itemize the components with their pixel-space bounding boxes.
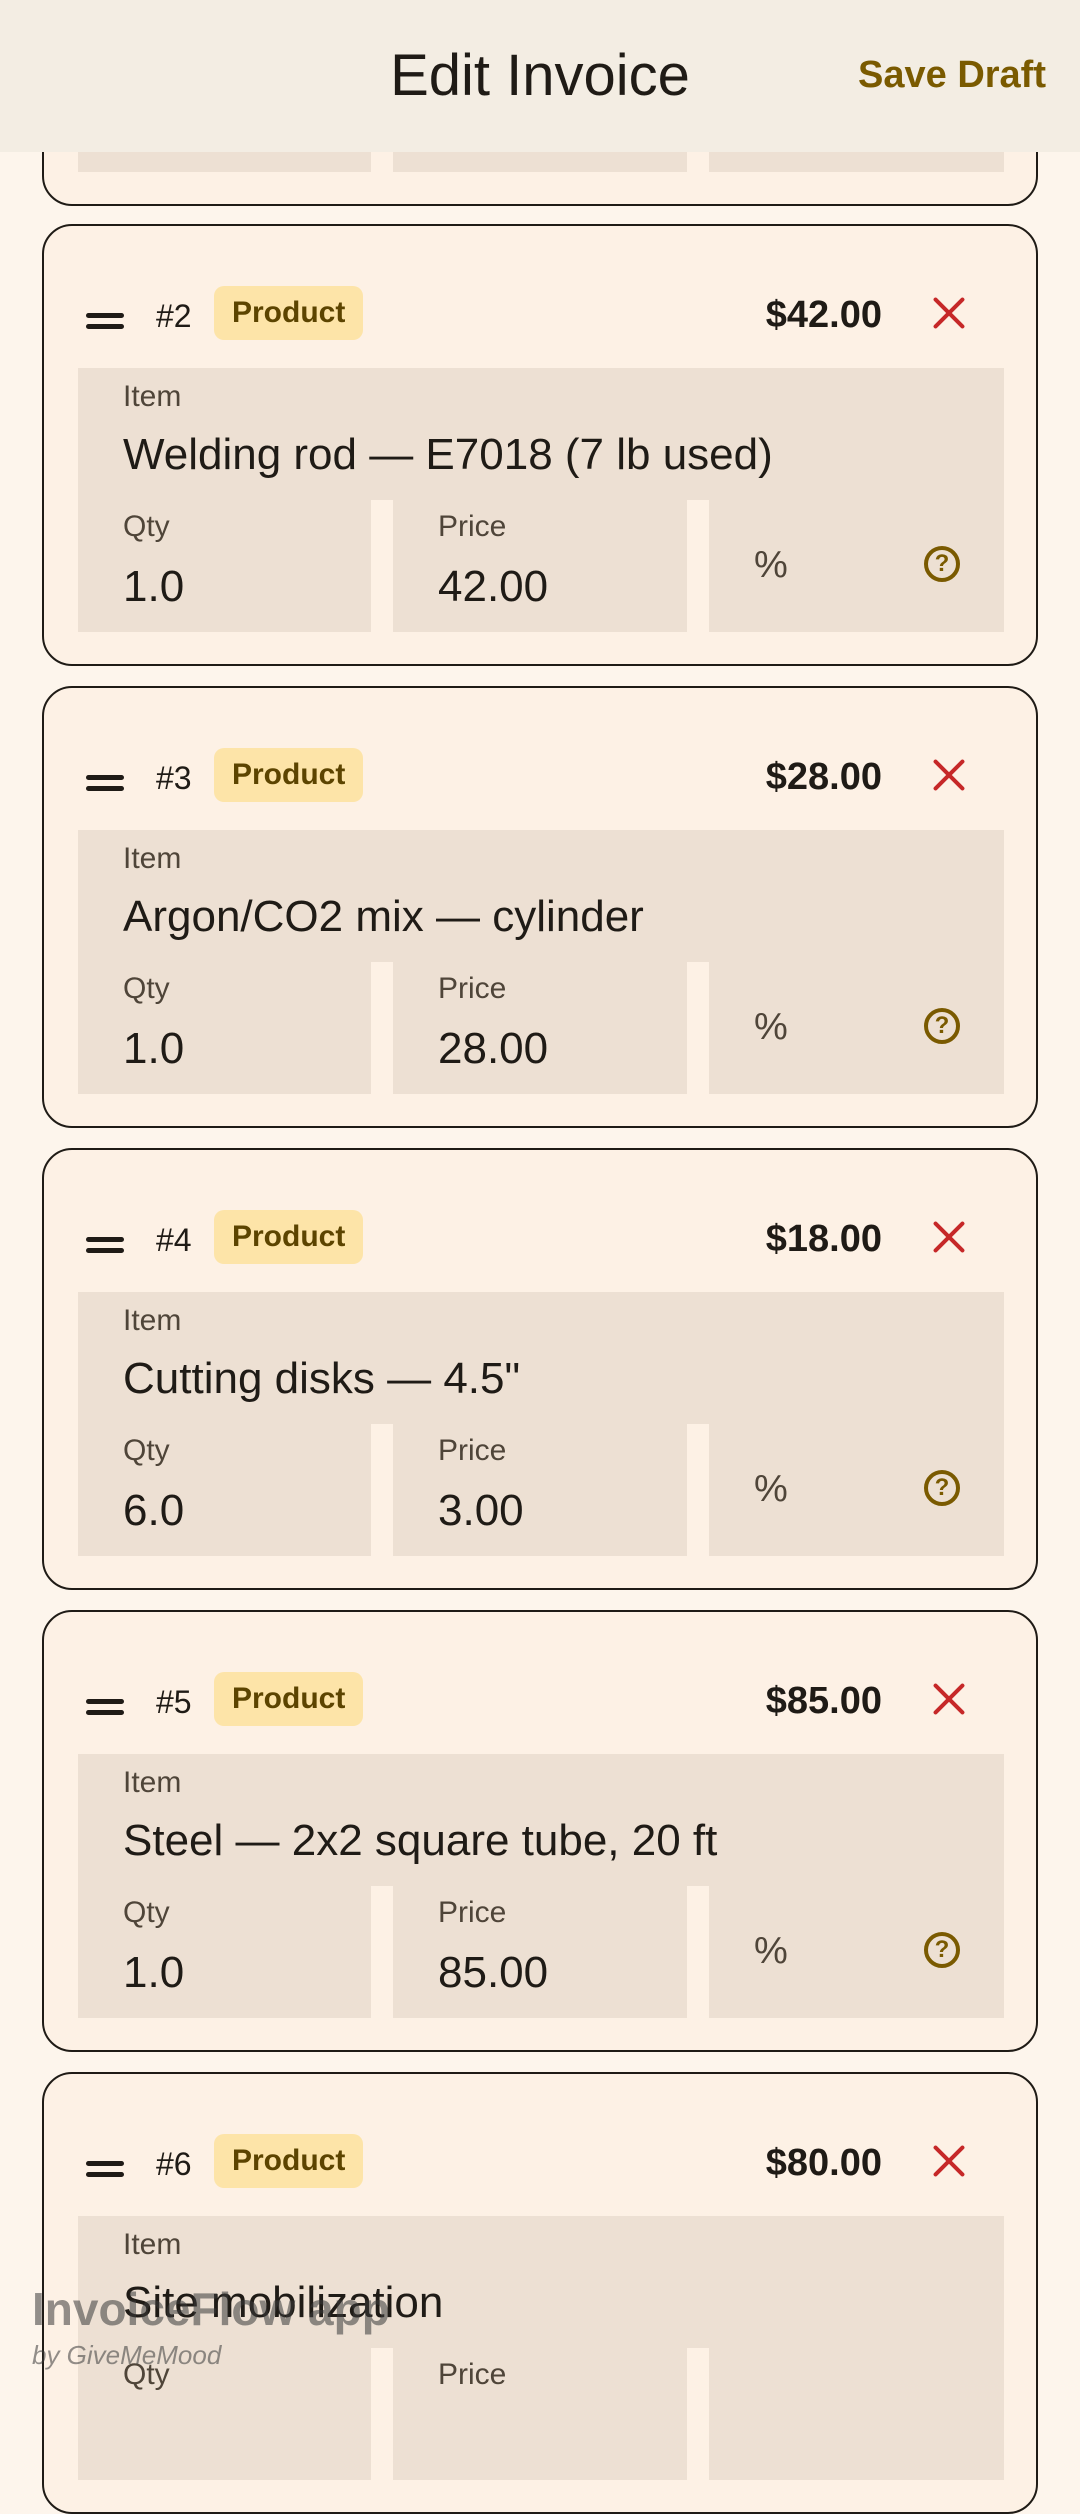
price-field[interactable]: Price 42.00 [393, 500, 687, 632]
price-input[interactable]: 85.00 [438, 1948, 548, 1998]
item-type-chip[interactable]: Product [214, 748, 364, 802]
line-item-card[interactable]: #2 Product $42.00 Item Welding rod — E70… [42, 224, 1038, 666]
watermark-author: by GiveMeMood [32, 2340, 222, 2370]
price-input[interactable]: 42.00 [438, 562, 548, 612]
line-item-card[interactable]: #4 Product $18.00 Item Cutting disks — 4… [42, 1148, 1038, 1590]
line-item-card[interactable]: #5 Product $85.00 Item Steel — 2x2 squar… [42, 1610, 1038, 2052]
item-amount: $80.00 [765, 2142, 882, 2184]
remove-item-icon[interactable] [932, 296, 966, 330]
drag-handle-icon[interactable] [86, 1235, 124, 1257]
item-number: #2 [156, 298, 192, 334]
qty-label: Qty [123, 510, 170, 543]
drag-handle-icon[interactable] [86, 2159, 124, 2181]
price-field[interactable]: Price 85.00 [393, 1886, 687, 2018]
price-input[interactable]: 28.00 [438, 1024, 548, 1074]
remove-item-icon[interactable] [932, 1682, 966, 1716]
qty-input[interactable]: 1.0 [123, 1024, 184, 1074]
top-app-bar: Edit Invoice Save Draft [0, 0, 1080, 152]
discount-field[interactable]: % ? [709, 962, 1004, 1094]
price-label: Price [438, 1434, 507, 1467]
price-label: Price [438, 972, 507, 1005]
price-field[interactable]: Price [393, 2348, 687, 2480]
help-icon[interactable]: ? [924, 546, 960, 582]
item-label: Item [123, 1766, 182, 1799]
line-item-list[interactable]: #2 Product $42.00 Item Welding rod — E70… [0, 0, 1080, 2514]
discount-percent-label: % [754, 1468, 788, 1510]
discount-field[interactable]: % ? [709, 1424, 1004, 1556]
item-number: #6 [156, 2146, 192, 2182]
discount-percent-label: % [754, 544, 788, 586]
drag-handle-icon[interactable] [86, 1697, 124, 1719]
remove-item-icon[interactable] [932, 1220, 966, 1254]
item-label: Item [123, 380, 182, 413]
item-label: Item [123, 842, 182, 875]
price-label: Price [438, 1896, 507, 1929]
price-label: Price [438, 510, 507, 543]
price-label: Price [438, 2358, 507, 2391]
qty-input[interactable]: 1.0 [123, 1948, 184, 1998]
item-amount: $42.00 [765, 294, 882, 336]
save-draft-button[interactable]: Save Draft [858, 54, 1046, 97]
discount-field[interactable] [709, 2348, 1004, 2480]
item-type-chip[interactable]: Product [214, 1210, 364, 1264]
item-number: #5 [156, 1684, 192, 1720]
qty-input[interactable]: 1.0 [123, 562, 184, 612]
item-type-chip[interactable]: Product [214, 286, 364, 340]
app-watermark: InvoiceFlow app by GiveMeMood [32, 2282, 390, 2371]
price-input[interactable]: 3.00 [438, 1486, 524, 1536]
item-amount: $85.00 [765, 1680, 882, 1722]
discount-field[interactable]: % ? [709, 500, 1004, 632]
qty-label: Qty [123, 1896, 170, 1929]
item-number: #4 [156, 1222, 192, 1258]
discount-field[interactable]: % ? [709, 1886, 1004, 2018]
item-name-input[interactable]: Steel — 2x2 square tube, 20 ft [123, 1816, 717, 1866]
price-field[interactable]: Price 28.00 [393, 962, 687, 1094]
price-field[interactable]: Price 3.00 [393, 1424, 687, 1556]
line-item-card[interactable]: #3 Product $28.00 Item Argon/CO2 mix — c… [42, 686, 1038, 1128]
drag-handle-icon[interactable] [86, 773, 124, 795]
qty-field[interactable]: Qty 1.0 [78, 1886, 371, 2018]
item-number: #3 [156, 760, 192, 796]
qty-input[interactable]: 6.0 [123, 1486, 184, 1536]
help-icon[interactable]: ? [924, 1008, 960, 1044]
item-amount: $28.00 [765, 756, 882, 798]
qty-field[interactable]: Qty 1.0 [78, 962, 371, 1094]
watermark-app-name: InvoiceFlow app [32, 2283, 390, 2335]
discount-percent-label: % [754, 1930, 788, 1972]
discount-percent-label: % [754, 1006, 788, 1048]
item-amount: $18.00 [765, 1218, 882, 1260]
drag-handle-icon[interactable] [86, 311, 124, 333]
remove-item-icon[interactable] [932, 2144, 966, 2178]
help-icon[interactable]: ? [924, 1932, 960, 1968]
qty-label: Qty [123, 1434, 170, 1467]
item-label: Item [123, 2228, 182, 2261]
qty-label: Qty [123, 972, 170, 1005]
help-icon[interactable]: ? [924, 1470, 960, 1506]
item-type-chip[interactable]: Product [214, 2134, 364, 2188]
item-name-input[interactable]: Cutting disks — 4.5" [123, 1354, 520, 1404]
item-type-chip[interactable]: Product [214, 1672, 364, 1726]
qty-field[interactable]: Qty 1.0 [78, 500, 371, 632]
item-name-input[interactable]: Argon/CO2 mix — cylinder [123, 892, 644, 942]
remove-item-icon[interactable] [932, 758, 966, 792]
item-label: Item [123, 1304, 182, 1337]
qty-field[interactable]: Qty 6.0 [78, 1424, 371, 1556]
item-name-input[interactable]: Welding rod — E7018 (7 lb used) [123, 430, 773, 480]
